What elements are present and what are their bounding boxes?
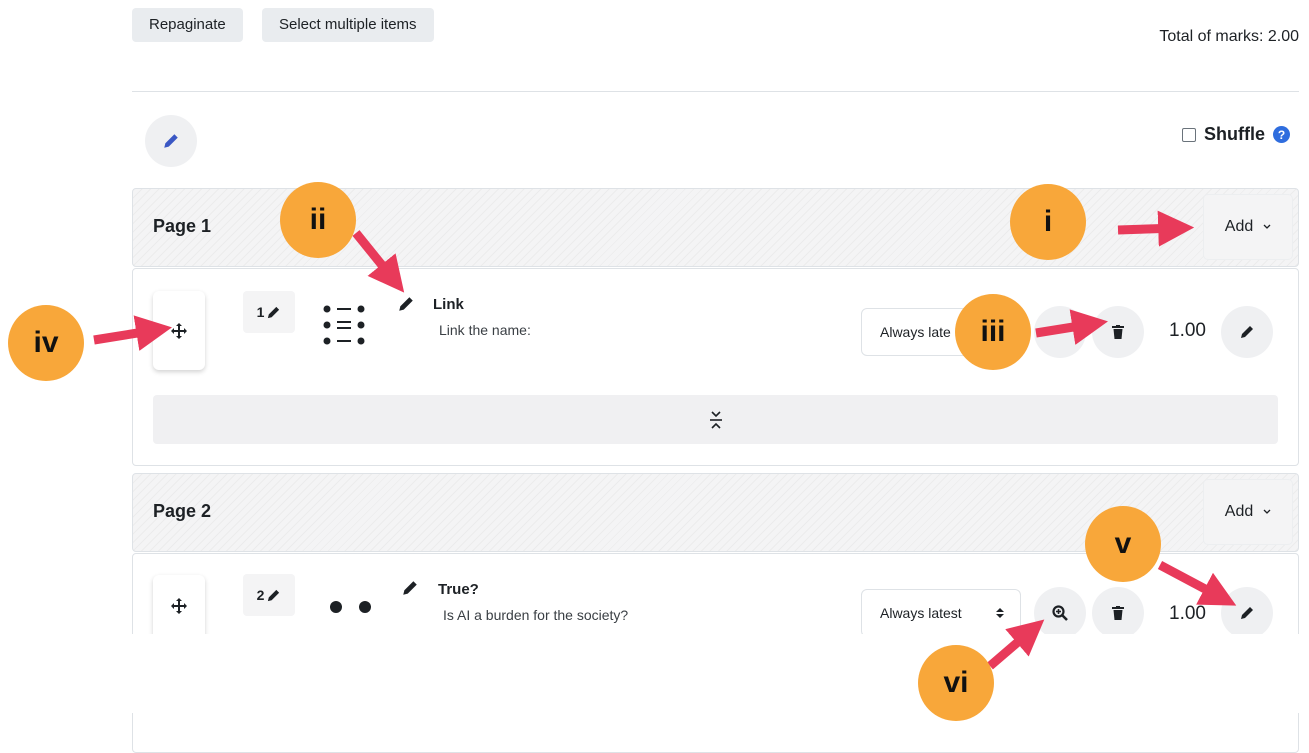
repaginate-button[interactable]: Repaginate	[132, 8, 243, 42]
edit-section-heading-button[interactable]	[145, 115, 197, 167]
question-text: Is AI a burden for the society?	[443, 607, 629, 623]
select-multiple-items-button[interactable]: Select multiple items	[262, 8, 434, 42]
pencil-icon	[1241, 326, 1253, 338]
version-select-value: Always latest	[880, 605, 962, 621]
annotation-badge-vi: vi	[918, 645, 994, 721]
chevron-down-icon	[1263, 509, 1271, 514]
annotation-badge-i: i	[1010, 184, 1086, 260]
slot-number-text: 1	[256, 304, 265, 320]
question-slot: 1 Link Link the name: Always late 1.00	[132, 268, 1299, 466]
pencil-icon	[268, 306, 280, 318]
pencil-icon	[164, 134, 178, 148]
question-name[interactable]: True?	[438, 581, 479, 598]
slot-number-text: 2	[256, 587, 265, 603]
zoom-in-icon	[1052, 605, 1068, 621]
pencil-icon	[268, 589, 280, 601]
question-mark: 1.00	[1169, 603, 1206, 624]
page-break-icon	[709, 410, 722, 429]
shuffle-checkbox[interactable]	[1182, 127, 1196, 142]
edit-mark-button[interactable]	[1221, 587, 1273, 639]
annotation-badge-ii: ii	[280, 182, 356, 258]
page-title: Page 2	[153, 501, 212, 521]
delete-button[interactable]	[1092, 587, 1144, 639]
annotation-badge-v: v	[1085, 506, 1161, 582]
move-handle[interactable]	[153, 291, 205, 370]
delete-button[interactable]	[1092, 306, 1144, 358]
question-text: Link the name:	[439, 322, 531, 338]
move-icon	[171, 322, 187, 339]
shuffle-control: Shuffle ?	[1182, 124, 1290, 145]
annotation-badge-iv: iv	[8, 305, 84, 381]
slot-number[interactable]: 1	[243, 291, 295, 333]
slot-number[interactable]: 2	[243, 574, 295, 616]
matching-question-icon	[323, 305, 365, 345]
edit-question-pencil-icon[interactable]	[401, 579, 419, 597]
add-label: Add	[1224, 503, 1254, 520]
add-label: Add	[1224, 218, 1254, 235]
edit-mark-button[interactable]	[1221, 306, 1273, 358]
trash-icon	[1112, 325, 1124, 339]
page-title: Page 1	[153, 216, 212, 236]
total-of-marks: Total of marks: 2.00	[1159, 28, 1299, 45]
version-select-value: Always late	[880, 324, 951, 340]
bottom-blank	[0, 634, 1309, 713]
pencil-icon	[1241, 607, 1253, 619]
question-name[interactable]: Link	[433, 296, 464, 313]
version-select[interactable]: Always latest	[861, 589, 1021, 637]
edit-question-pencil-icon[interactable]	[397, 295, 415, 313]
divider	[132, 91, 1299, 92]
preview-button[interactable]	[1034, 306, 1086, 358]
shuffle-label: Shuffle	[1204, 124, 1265, 144]
annotation-badge-iii: iii	[955, 294, 1031, 370]
preview-button[interactable]	[1034, 587, 1086, 639]
add-button[interactable]: Add	[1204, 480, 1292, 544]
sort-arrows-icon	[996, 608, 1004, 618]
true-false-question-icon	[330, 601, 371, 613]
move-icon	[171, 597, 187, 614]
page-break-toggle[interactable]	[153, 395, 1278, 444]
trash-icon	[1112, 606, 1124, 620]
add-button[interactable]: Add	[1204, 195, 1292, 259]
chevron-down-icon	[1263, 224, 1271, 229]
help-icon[interactable]: ?	[1273, 126, 1290, 143]
question-mark: 1.00	[1169, 320, 1206, 341]
